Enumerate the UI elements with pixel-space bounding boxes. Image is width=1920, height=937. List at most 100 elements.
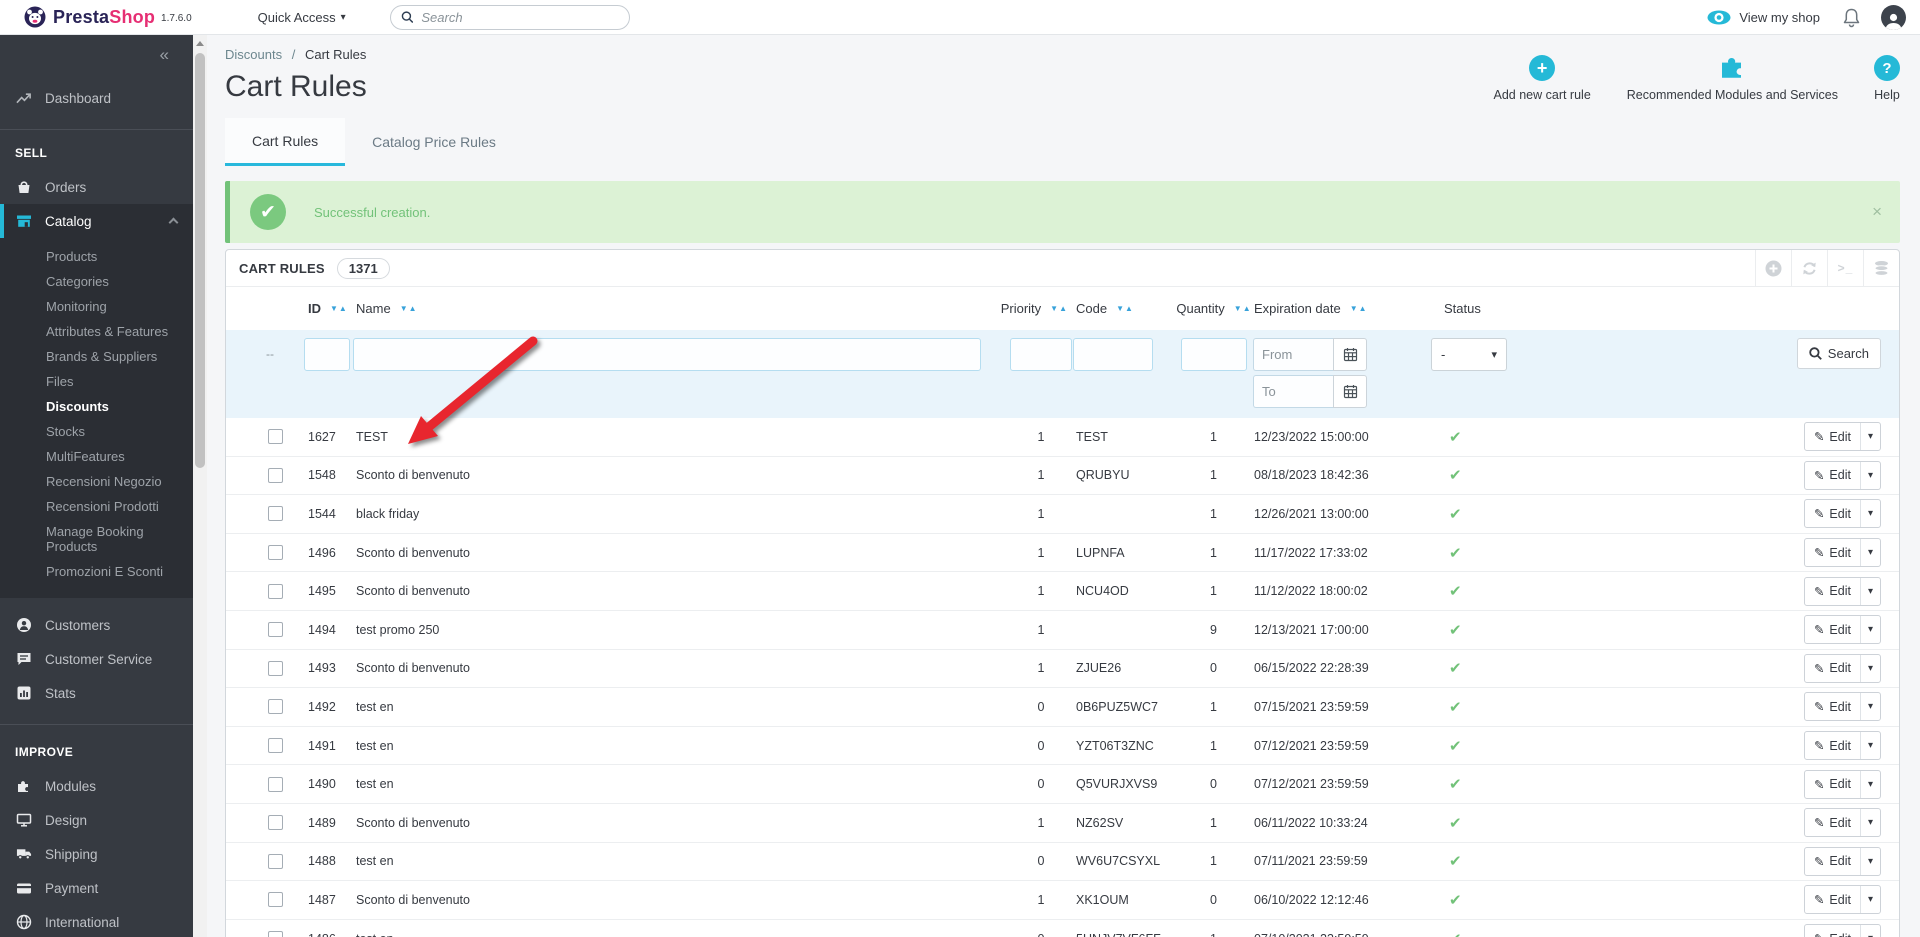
edit-button[interactable]: ✎ Edit ▾ [1803,769,1881,799]
sort-desc-icon[interactable]: ▼ [330,304,338,313]
filter-date-from-input[interactable] [1253,338,1333,371]
status-enabled-icon[interactable]: ✔ [1449,622,1462,639]
sidebar-item-modules[interactable]: Modules [0,769,193,803]
database-icon-button[interactable] [1863,250,1899,286]
filter-quantity-input[interactable] [1180,338,1247,371]
scrollbar-up-button[interactable] [193,35,207,51]
status-enabled-icon[interactable]: ✔ [1449,660,1462,677]
sidebar-item-catalog[interactable]: Catalog [0,204,193,238]
edit-dropdown-caret[interactable]: ▾ [1859,461,1880,489]
edit-button[interactable]: ✎ Edit ▾ [1803,422,1881,452]
edit-dropdown-caret[interactable]: ▾ [1859,577,1880,605]
edit-button[interactable]: ✎ Edit ▾ [1803,924,1881,937]
add-icon-button[interactable] [1755,250,1791,286]
edit-dropdown-caret[interactable]: ▾ [1859,847,1880,875]
breadcrumb-discounts[interactable]: Discounts [225,47,282,62]
edit-button[interactable]: ✎ Edit ▾ [1803,653,1881,683]
row-checkbox[interactable] [268,776,283,792]
catalog-submenu-item[interactable]: Monitoring [46,294,183,319]
sidebar-item-dashboard[interactable]: Dashboard [0,81,193,115]
tab-cart-rules[interactable]: Cart Rules [225,118,346,166]
alert-close-icon[interactable]: × [1872,202,1882,222]
catalog-submenu-item[interactable]: Attributes & Features [46,319,183,344]
edit-dropdown-caret[interactable]: ▾ [1859,539,1880,567]
catalog-submenu-item[interactable]: Recensioni Prodotti [46,494,183,519]
sort-desc-icon[interactable]: ▼ [400,304,408,313]
sidebar-item-shipping[interactable]: Shipping [0,837,193,871]
edit-dropdown-caret[interactable]: ▾ [1859,925,1880,937]
sidebar-item-international[interactable]: International [0,905,193,937]
filter-name-input[interactable] [353,338,981,371]
edit-button[interactable]: ✎ Edit ▾ [1803,692,1881,722]
sidebar-scrollbar[interactable] [193,35,207,937]
sort-asc-icon[interactable]: ▲ [409,304,417,313]
status-enabled-icon[interactable]: ✔ [1449,776,1462,793]
status-enabled-icon[interactable]: ✔ [1449,506,1462,523]
sidebar-item-stats[interactable]: Stats [0,676,193,710]
sidebar-collapse-button[interactable]: « [0,35,193,69]
edit-dropdown-caret[interactable]: ▾ [1859,809,1880,837]
sort-desc-icon[interactable]: ▼ [1350,304,1358,313]
edit-button[interactable]: ✎ Edit ▾ [1803,576,1881,606]
chevron-up-icon[interactable] [168,217,179,228]
row-checkbox[interactable] [268,738,283,754]
sort-asc-icon[interactable]: ▲ [1125,304,1133,313]
scrollbar-thumb[interactable] [195,53,205,468]
console-icon-button[interactable]: >_ [1827,250,1863,286]
add-new-cart-rule-button[interactable]: + Add new cart rule [1494,55,1591,102]
user-avatar[interactable] [1881,4,1906,30]
refresh-icon-button[interactable] [1791,250,1827,286]
catalog-submenu-item[interactable]: Categories [46,269,183,294]
edit-button[interactable]: ✎ Edit ▾ [1803,731,1881,761]
status-enabled-icon[interactable]: ✔ [1449,699,1462,716]
row-checkbox[interactable] [268,467,283,483]
sort-desc-icon[interactable]: ▼ [1116,304,1124,313]
edit-dropdown-caret[interactable]: ▾ [1859,886,1880,914]
edit-button[interactable]: ✎ Edit ▾ [1803,885,1881,915]
edit-button[interactable]: ✎ Edit ▾ [1803,499,1881,529]
tab-catalog-price-rules[interactable]: Catalog Price Rules [345,118,523,166]
calendar-icon[interactable] [1333,375,1367,408]
status-enabled-icon[interactable]: ✔ [1449,583,1462,600]
edit-button[interactable]: ✎ Edit ▾ [1803,846,1881,876]
edit-button[interactable]: ✎ Edit ▾ [1803,808,1881,838]
row-checkbox[interactable] [268,429,283,445]
row-checkbox[interactable] [268,660,283,676]
filter-priority-input[interactable] [1010,338,1072,371]
edit-dropdown-caret[interactable]: ▾ [1859,423,1880,451]
sidebar-item-design[interactable]: Design [0,803,193,837]
status-enabled-icon[interactable]: ✔ [1449,815,1462,832]
row-checkbox[interactable] [268,931,283,937]
catalog-submenu-item[interactable]: Brands & Suppliers [46,344,183,369]
sort-desc-icon[interactable]: ▼ [1050,304,1058,313]
row-checkbox[interactable] [268,545,283,561]
row-checkbox[interactable] [268,892,283,908]
filter-date-to-input[interactable] [1253,375,1333,408]
global-search[interactable] [389,4,630,30]
search-input[interactable] [421,9,619,25]
catalog-submenu-item[interactable]: Discounts [46,394,183,419]
status-enabled-icon[interactable]: ✔ [1449,853,1462,870]
sidebar-item-payment[interactable]: Payment [0,871,193,905]
edit-dropdown-caret[interactable]: ▾ [1859,693,1880,721]
help-button[interactable]: ? Help [1874,55,1900,102]
catalog-submenu-item[interactable]: Promozioni E Sconti [46,559,183,584]
catalog-submenu-item[interactable]: Stocks [46,419,183,444]
calendar-icon[interactable] [1333,338,1367,371]
row-checkbox[interactable] [268,583,283,599]
edit-button[interactable]: ✎ Edit ▾ [1803,460,1881,490]
edit-button[interactable]: ✎ Edit ▾ [1803,538,1881,568]
sort-asc-icon[interactable]: ▲ [1059,304,1067,313]
quick-access-menu[interactable]: Quick Access ▾ [258,10,346,25]
sort-asc-icon[interactable]: ▲ [1243,304,1251,313]
row-checkbox[interactable] [268,506,283,522]
catalog-submenu-item[interactable]: Files [46,369,183,394]
sort-desc-icon[interactable]: ▼ [1234,304,1242,313]
filter-code-input[interactable] [1073,338,1153,371]
row-checkbox[interactable] [268,815,283,831]
catalog-submenu-item[interactable]: Manage Booking Products [46,519,183,559]
row-checkbox[interactable] [268,622,283,638]
sidebar-item-orders[interactable]: Orders [0,170,193,204]
status-enabled-icon[interactable]: ✔ [1449,545,1462,562]
catalog-submenu-item[interactable]: MultiFeatures [46,444,183,469]
